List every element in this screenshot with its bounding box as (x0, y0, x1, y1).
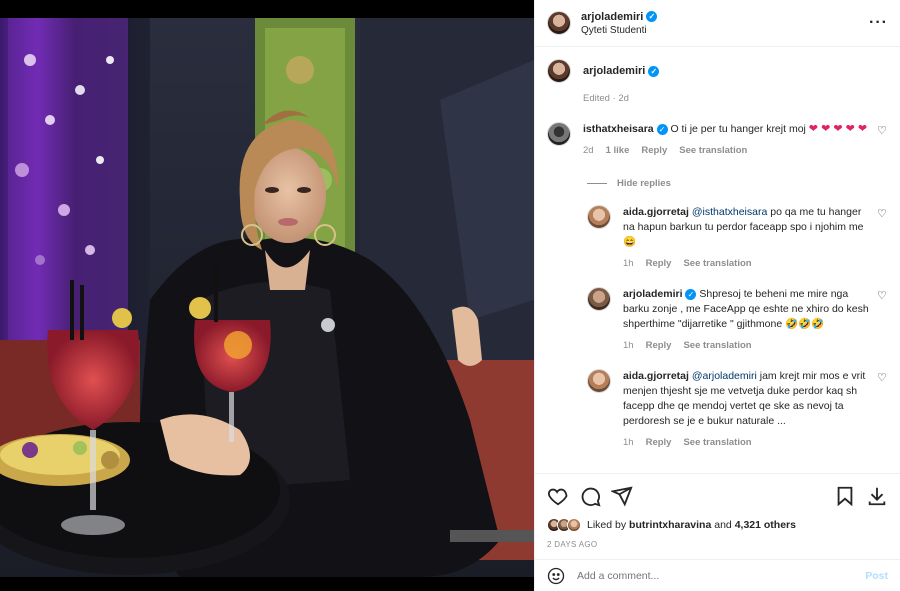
caption-author-username[interactable]: arjolademiri ✓ (583, 64, 660, 79)
reply-mention[interactable]: @isthatxheisara (692, 206, 767, 218)
post-image[interactable] (0, 0, 534, 591)
reply-row: aida.gjorretaj @isthatxheisara po qa me … (587, 205, 888, 271)
red-heart-emoji: ❤ ❤ ❤ ❤ ❤ (808, 123, 868, 135)
more-options-icon[interactable]: ··· (869, 14, 888, 32)
liked-by-and: and (714, 519, 732, 531)
liker-avatar[interactable] (567, 518, 581, 532)
liked-by-row: Liked by butrintxharavina and 4,321 othe… (547, 518, 888, 532)
likes-count[interactable]: 4,321 others (735, 519, 796, 531)
see-translation-button[interactable]: See translation (683, 435, 751, 450)
reply-time[interactable]: 1h (623, 435, 634, 450)
add-comment-input[interactable] (577, 569, 866, 582)
comment-likes[interactable]: 1 like (606, 143, 630, 158)
bookmark-icon[interactable] (834, 485, 856, 507)
see-translation-button[interactable]: See translation (679, 143, 747, 158)
post-side-panel: arjolademiri ✓ Qyteti Studenti ··· arjol… (534, 0, 900, 591)
post-photo-illustration (0, 0, 534, 591)
liked-by-avatars (547, 518, 581, 532)
reply-button[interactable]: Reply (646, 435, 672, 450)
reply-button[interactable]: Reply (646, 338, 672, 353)
liked-by-prefix: Liked by (587, 519, 627, 531)
caption-row: arjolademiri ✓ (547, 59, 888, 83)
caption-meta: Edited · 2d (583, 93, 629, 104)
verified-badge-icon: ✓ (646, 11, 658, 22)
author-username-text[interactable]: arjolademiri (581, 11, 643, 23)
hide-replies-button[interactable]: Hide replies (587, 178, 888, 189)
hide-replies-line (587, 183, 607, 184)
download-icon[interactable] (866, 485, 888, 507)
verified-badge-icon: ✓ (656, 124, 668, 135)
comment-icon[interactable] (579, 485, 601, 507)
comment-like-heart-icon[interactable]: ♡ (877, 126, 888, 137)
post-comment-button[interactable]: Post (865, 570, 888, 582)
reply-row: arjolademiri ✓ Shpresoj te beheni me mir… (587, 287, 888, 353)
reply-time[interactable]: 1h (623, 338, 634, 353)
reply-username[interactable]: aida.gjorretaj (623, 206, 689, 218)
reply-username[interactable]: aida.gjorretaj (623, 370, 689, 382)
reply-button[interactable]: Reply (641, 143, 667, 158)
reply-username[interactable]: arjolademiri (623, 288, 683, 300)
post-header: arjolademiri ✓ Qyteti Studenti ··· (535, 0, 900, 47)
reply-like-heart-icon[interactable]: ♡ (877, 209, 888, 220)
liked-by-user[interactable]: butrintxharavina (629, 519, 711, 531)
post-timestamp[interactable]: 2 DAYS AGO (547, 540, 888, 549)
photo-letterbox-top (0, 0, 534, 18)
reply-mention[interactable]: @arjolademiri (692, 370, 757, 382)
comment-text: O ti je per tu hanger krejt moj (670, 123, 806, 135)
author-avatar[interactable] (547, 11, 571, 35)
hide-replies-label: Hide replies (617, 178, 671, 189)
caption-author-username-text[interactable]: arjolademiri (583, 64, 645, 79)
add-comment-bar: Post (535, 559, 900, 591)
comment-time[interactable]: 2d (583, 143, 594, 158)
heart-icon[interactable] (547, 485, 569, 507)
verified-badge-icon: ✓ (648, 66, 660, 77)
action-icons-row (547, 484, 888, 508)
comments-list: arjolademiri ✓ Edited · 2d isthatxheisar… (535, 47, 900, 473)
author-username[interactable]: arjolademiri ✓ (581, 11, 658, 23)
reply-like-heart-icon[interactable]: ♡ (877, 373, 888, 384)
see-translation-button[interactable]: See translation (683, 256, 751, 271)
commenter-username[interactable]: isthatxheisara (583, 123, 654, 135)
emoji-icon[interactable] (547, 567, 565, 585)
comment-row: isthatxheisara ✓ O ti je per tu hanger k… (547, 122, 888, 158)
reply-avatar[interactable] (587, 369, 611, 393)
see-translation-button[interactable]: See translation (683, 338, 751, 353)
reply-row: aida.gjorretaj @arjolademiri jam krejt m… (587, 369, 888, 450)
reply-button[interactable]: Reply (646, 256, 672, 271)
reply-avatar[interactable] (587, 205, 611, 229)
reply-avatar[interactable] (587, 287, 611, 311)
commenter-avatar[interactable] (547, 122, 571, 146)
photo-letterbox-bottom (0, 577, 534, 591)
reply-like-heart-icon[interactable]: ♡ (877, 291, 888, 302)
post-actions: Liked by butrintxharavina and 4,321 othe… (535, 473, 900, 591)
verified-badge-icon: ✓ (685, 289, 697, 300)
send-icon[interactable] (611, 485, 633, 507)
caption-author-avatar[interactable] (547, 59, 571, 83)
reply-time[interactable]: 1h (623, 256, 634, 271)
post-location[interactable]: Qyteti Studenti (581, 25, 869, 36)
